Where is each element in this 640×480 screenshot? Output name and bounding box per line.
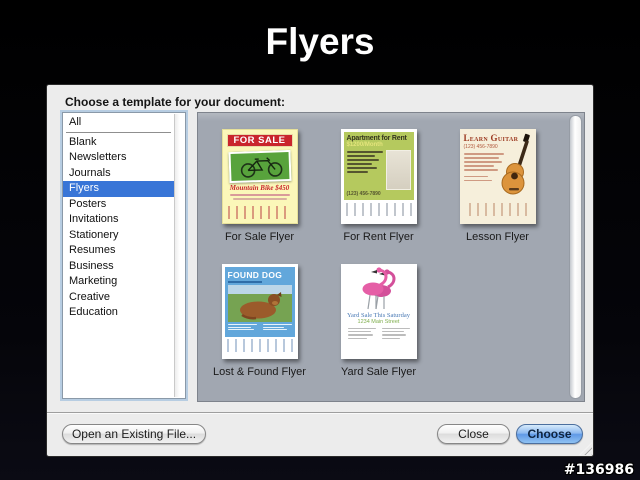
template-thumbnail-for-rent[interactable]: Apartment for Rent $1200/Month (123) 456…	[340, 129, 417, 224]
text-lines	[347, 328, 410, 341]
watermark: #136986	[563, 462, 634, 478]
apartment-photo	[385, 150, 411, 190]
template-item-yard-sale[interactable]: Yard Sale This Saturday 1234 Main Street…	[319, 264, 438, 378]
text-lines	[346, 150, 383, 191]
template-thumbnail-lesson[interactable]: Learn Guitar (123) 456-7890	[459, 129, 536, 224]
tear-off-tabs	[468, 203, 527, 216]
template-grid-scrollbar[interactable]	[569, 115, 582, 399]
text-lines	[232, 198, 287, 200]
flamingo-icon	[350, 267, 408, 311]
text-lines	[227, 324, 292, 332]
for-rent-body: Apartment for Rent $1200/Month (123) 456…	[343, 132, 414, 200]
text-lines	[227, 281, 262, 283]
guitar-icon	[501, 133, 535, 206]
open-existing-file-button[interactable]: Open an Existing File...	[62, 424, 206, 444]
template-grid: FOR SALE Mountain Bike $450 For Sale Fly…	[197, 112, 585, 402]
bicycle-photo	[227, 149, 292, 184]
template-item-for-sale[interactable]: FOR SALE Mountain Bike $450 For Sale Fly…	[200, 129, 319, 243]
slide-background: Flyers Choose a template for your docume…	[0, 0, 640, 480]
tear-off-tabs	[226, 339, 293, 352]
yard-sale-headline: Yard Sale This Saturday	[347, 312, 410, 319]
template-label: For Sale Flyer	[224, 231, 295, 243]
template-thumbnail-yard-sale[interactable]: Yard Sale This Saturday 1234 Main Street	[340, 264, 417, 359]
template-label: Lesson Flyer	[466, 231, 529, 243]
for-sale-tagline: Mountain Bike $450	[229, 184, 290, 192]
for-sale-headline: FOR SALE	[226, 134, 293, 147]
list-separator	[66, 131, 171, 133]
text-lines	[229, 194, 290, 196]
category-item-invitations[interactable]: Invitations	[63, 212, 174, 228]
resize-grip[interactable]	[579, 442, 592, 455]
category-item-flyers[interactable]: Flyers	[63, 181, 174, 197]
category-item-resumes[interactable]: Resumes	[63, 243, 174, 259]
for-rent-price: $1200/Month	[346, 142, 383, 148]
category-item-marketing[interactable]: Marketing	[63, 274, 174, 290]
page-title: Flyers	[265, 21, 375, 62]
for-rent-phone: (123) 456-7890	[346, 191, 381, 197]
category-item-creative[interactable]: Creative	[63, 290, 174, 306]
found-dog-headline: FOUND DOG	[227, 270, 283, 280]
button-bar-separator	[47, 412, 593, 413]
template-item-lost-found[interactable]: FOUND DOG Lost & Found Flyer	[200, 264, 319, 378]
category-item-all[interactable]: All	[63, 115, 174, 131]
category-item-posters[interactable]: Posters	[63, 197, 174, 213]
template-chooser-dialog: Choose a template for your document: All…	[47, 85, 593, 456]
template-label: For Rent Flyer	[343, 231, 414, 243]
found-dog-body: FOUND DOG	[224, 267, 295, 337]
tear-off-tabs	[227, 206, 292, 219]
template-item-for-rent[interactable]: Apartment for Rent $1200/Month (123) 456…	[319, 129, 438, 243]
template-label: Yard Sale Flyer	[341, 366, 416, 378]
category-item-stationery[interactable]: Stationery	[63, 228, 174, 244]
tear-off-tabs	[345, 203, 412, 216]
category-list-scrollbar[interactable]	[174, 114, 184, 397]
template-thumbnail-for-sale[interactable]: FOR SALE Mountain Bike $450	[221, 129, 298, 224]
template-thumbnail-lost-found[interactable]: FOUND DOG	[221, 264, 298, 359]
template-item-lesson[interactable]: Learn Guitar (123) 456-7890 Lesson Flyer	[438, 129, 557, 243]
bicycle-icon	[240, 157, 282, 178]
template-label: Lost & Found Flyer	[213, 366, 306, 378]
close-button[interactable]: Close	[437, 424, 510, 444]
for-rent-headline: Apartment for Rent	[346, 135, 407, 142]
choose-button[interactable]: Choose	[516, 424, 583, 444]
category-item-education[interactable]: Education	[63, 305, 174, 321]
category-list: All Blank Newsletters Journals Flyers Po…	[60, 110, 188, 401]
dialog-prompt: Choose a template for your document:	[65, 95, 286, 109]
category-item-newsletters[interactable]: Newsletters	[63, 150, 174, 166]
category-item-blank[interactable]: Blank	[63, 135, 174, 151]
dog-photo-icon	[227, 285, 292, 322]
category-item-business[interactable]: Business	[63, 259, 174, 275]
category-item-journals[interactable]: Journals	[63, 166, 174, 182]
text-lines	[463, 153, 504, 184]
yard-sale-address: 1234 Main Street	[357, 319, 400, 325]
